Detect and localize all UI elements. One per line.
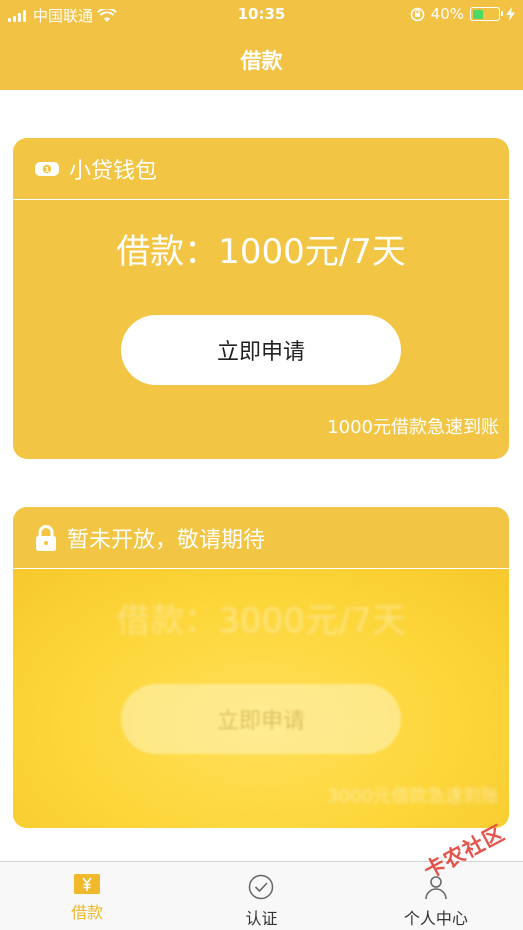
charging-icon xyxy=(506,7,515,21)
tab-label: 个人中心 xyxy=(403,909,468,928)
lock-icon xyxy=(36,524,56,551)
check-circle-icon xyxy=(249,874,274,900)
battery-percent: 40% xyxy=(430,5,464,23)
card-title: 暂未开放，敬请期待 xyxy=(67,527,266,553)
loan-note: 3000元借款急速到账 xyxy=(327,786,499,807)
tab-label: 认证 xyxy=(245,909,278,928)
loan-card-locked: 暂未开放，敬请期待 借款：3000元/7天 立即申请 3000元借款急速到账 xyxy=(13,507,509,828)
card-header: 1 小贷钱包 xyxy=(13,138,509,200)
svg-text:1: 1 xyxy=(45,165,50,173)
apply-now-button-disabled: 立即申请 xyxy=(121,684,401,754)
status-bar: 中国联通 10:35 40% xyxy=(0,0,523,30)
page-title: 借款 xyxy=(240,49,283,73)
battery-icon xyxy=(470,7,503,21)
loan-note: 1000元借款急速到账 xyxy=(327,417,499,438)
loan-amount: 借款：3000元/7天 xyxy=(116,601,406,641)
tab-label: 借款 xyxy=(71,903,104,922)
money-note-icon: 1 xyxy=(35,161,59,176)
tab-verify[interactable]: 认证 xyxy=(174,862,348,930)
loan-amount: 借款：1000元/7天 xyxy=(116,232,406,272)
card-header: 暂未开放，敬请期待 xyxy=(13,507,509,569)
apply-now-button[interactable]: 立即申请 xyxy=(121,315,401,385)
loan-card-wallet: 1 小贷钱包 借款：1000元/7天 立即申请 1000元借款急速到账 xyxy=(13,138,509,459)
battery-fill xyxy=(472,9,483,19)
orientation-lock-icon xyxy=(410,7,424,21)
card-title: 小贷钱包 xyxy=(69,158,158,184)
top-bar: 中国联通 10:35 40% 借款 xyxy=(0,0,523,90)
yen-wallet-icon xyxy=(74,874,101,894)
tab-loan[interactable]: 借款 xyxy=(0,862,174,930)
